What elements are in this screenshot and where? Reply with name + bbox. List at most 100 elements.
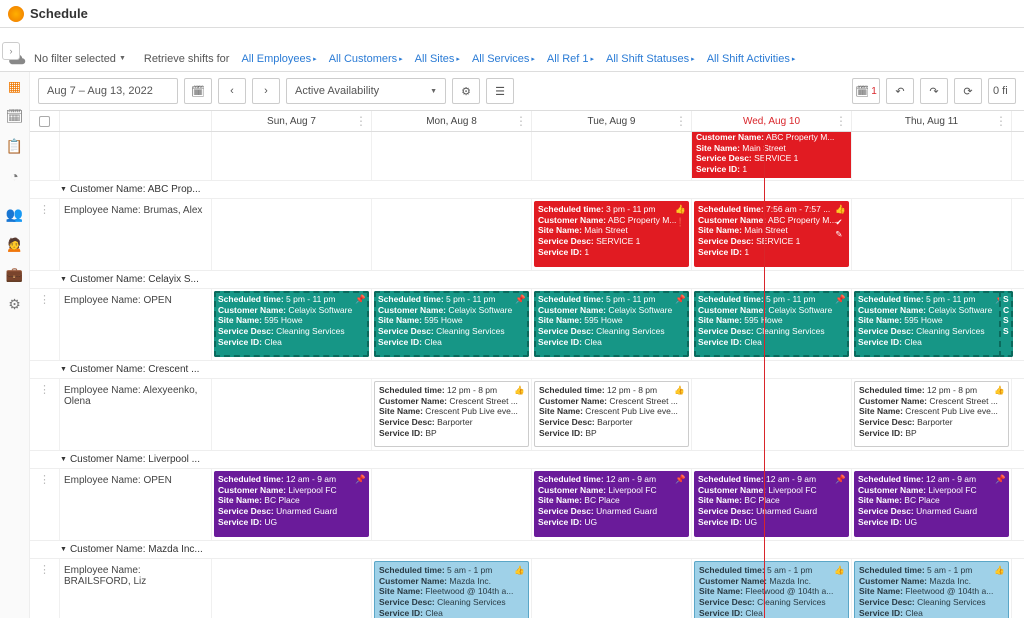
alerts-button[interactable]: 🗓1	[852, 78, 880, 104]
shift-card[interactable]: SchedCustoSite NServic	[999, 291, 1013, 357]
shift-card[interactable]: Scheduled time: 12 pm - 8 pmCustomer Nam…	[854, 381, 1009, 447]
person-icon[interactable]: 🙍	[7, 236, 23, 252]
customer-group-header[interactable]: ▼Customer Name: Crescent ...	[30, 361, 1024, 379]
day-cell[interactable]: Scheduled time: 5 am - 1 pmCustomer Name…	[852, 559, 1012, 618]
page-title: Schedule	[30, 6, 88, 21]
undo-button[interactable]: ↶	[886, 78, 914, 104]
chart-icon[interactable]: ◔	[7, 168, 23, 184]
row-menu[interactable]: ⋮	[30, 469, 60, 540]
row-menu[interactable]: ⋮	[30, 199, 60, 270]
day-cell[interactable]: Scheduled time: 5 pm - 11 pmCustomer Nam…	[532, 289, 692, 360]
shift-card[interactable]: Scheduled time: 5 pm - 11 pmCustomer Nam…	[374, 291, 529, 357]
filter-activities[interactable]: All Shift Activities▸	[707, 53, 796, 65]
shift-card[interactable]: Scheduled time: 5 am - 1 pmCustomer Name…	[694, 561, 849, 618]
people-icon[interactable]: 👥	[7, 206, 23, 222]
day-cell[interactable]: Scheduled time: 12 am - 9 amCustomer Nam…	[852, 469, 1012, 540]
thumb-icon: 👍	[514, 385, 525, 396]
calendar-icon[interactable]: 🗓	[7, 108, 23, 124]
calendar-button[interactable]: 🗓	[184, 78, 212, 104]
gear-icon[interactable]: ⚙	[7, 296, 23, 312]
day-cell[interactable]: Scheduled time: 5 pm - 11 pmCustomer Nam…	[852, 289, 1012, 360]
overflow-cell: 0 fi	[988, 78, 1016, 104]
day-cell[interactable]	[692, 379, 852, 450]
filter-services[interactable]: All Services▸	[472, 53, 535, 65]
col-wed: Wed, Aug 10⋮	[692, 111, 852, 131]
employee-name: Employee Name: BRAILSFORD, Liz	[60, 559, 212, 618]
day-cell[interactable]: Scheduled time: 5 am - 1 pmCustomer Name…	[372, 559, 532, 618]
employee-name: Employee Name: OPEN	[60, 469, 212, 540]
day-cell[interactable]: Scheduled time: 12 am - 9 amCustomer Nam…	[532, 469, 692, 540]
next-week-button[interactable]: ›	[252, 78, 280, 104]
shift-card[interactable]: Scheduled time: 12 am - 9 amCustomer Nam…	[854, 471, 1009, 537]
shift-card[interactable]: Customer Name: ABC Property M...Site Nam…	[692, 132, 851, 178]
day-cell[interactable]: Scheduled time: 5 pm - 11 pmCustomer Nam…	[692, 289, 852, 360]
day-cell[interactable]: Scheduled time: 3 pm - 11 pmCustomer Nam…	[532, 199, 692, 270]
customer-group-header[interactable]: ▼Customer Name: Celayix S...	[30, 271, 1024, 289]
employee-name: Employee Name: OPEN	[60, 289, 212, 360]
current-time-line	[764, 132, 765, 618]
shift-card[interactable]: Scheduled time: 5 am - 1 pmCustomer Name…	[374, 561, 529, 618]
clipboard-icon[interactable]: 📋	[7, 138, 23, 154]
shift-card[interactable]: Scheduled time: 5 pm - 11 pmCustomer Nam…	[694, 291, 849, 357]
pin-icon: 📌	[675, 474, 686, 485]
day-cell[interactable]: Scheduled time: 5 pm - 11 pmCustomer Nam…	[372, 289, 532, 360]
briefcase-icon[interactable]: 💼	[7, 266, 23, 282]
shift-card[interactable]: Scheduled time: 12 am - 9 amCustomer Nam…	[694, 471, 849, 537]
select-all-checkbox[interactable]	[39, 116, 50, 127]
day-cell[interactable]: Scheduled time: 12 am - 9 amCustomer Nam…	[212, 469, 372, 540]
shift-card[interactable]: Scheduled time: 3 pm - 11 pmCustomer Nam…	[534, 201, 689, 267]
row-menu[interactable]: ⋮	[30, 289, 60, 360]
thumb-icon: 👍	[514, 565, 525, 576]
redo-button[interactable]: ↷	[920, 78, 948, 104]
day-cell[interactable]: Scheduled time: 5 am - 1 pmCustomer Name…	[692, 559, 852, 618]
day-cell[interactable]: Scheduled time: 12 pm - 8 pmCustomer Nam…	[532, 379, 692, 450]
filter-statuses[interactable]: All Shift Statuses▸	[606, 53, 695, 65]
filter-selector[interactable]: No filter selected▼	[34, 53, 126, 65]
day-cell[interactable]: Scheduled time: 12 pm - 8 pmCustomer Nam…	[372, 379, 532, 450]
pin-icon: 📌	[835, 294, 846, 305]
shift-card[interactable]: Scheduled time: 12 am - 9 amCustomer Nam…	[214, 471, 369, 537]
shift-card[interactable]: Scheduled time: 5 pm - 11 pmCustomer Nam…	[534, 291, 689, 357]
day-cell[interactable]: Scheduled time: 12 am - 9 amCustomer Nam…	[692, 469, 852, 540]
shift-card[interactable]: Scheduled time: 12 am - 9 amCustomer Nam…	[534, 471, 689, 537]
day-cell[interactable]	[212, 379, 372, 450]
day-cell[interactable]	[212, 559, 372, 618]
prev-week-button[interactable]: ‹	[218, 78, 246, 104]
shift-card[interactable]: Scheduled time: 5 pm - 11 pmCustomer Nam…	[854, 291, 1009, 357]
day-cell[interactable]	[852, 199, 1012, 270]
filter-employees[interactable]: All Employees▸	[241, 53, 316, 65]
shift-card[interactable]: Scheduled time: 5 am - 1 pmCustomer Name…	[854, 561, 1009, 618]
customer-group-header[interactable]: ▼Customer Name: ABC Prop...	[30, 181, 1024, 199]
day-cell[interactable]	[532, 559, 692, 618]
shift-card[interactable]: Scheduled time: 12 pm - 8 pmCustomer Nam…	[374, 381, 529, 447]
day-cell[interactable]	[372, 199, 532, 270]
row-menu[interactable]: ⋮	[30, 559, 60, 618]
availability-select[interactable]: Active Availability▼	[286, 78, 446, 104]
grid-view-icon[interactable]: ▦	[7, 78, 23, 94]
shift-card[interactable]: Scheduled time: 12 pm - 8 pmCustomer Nam…	[534, 381, 689, 447]
filter-customers[interactable]: All Customers▸	[329, 53, 403, 65]
day-cell[interactable]	[372, 469, 532, 540]
shift-card[interactable]: Scheduled time: 5 pm - 11 pmCustomer Nam…	[214, 291, 369, 357]
filter-sites[interactable]: All Sites▸	[415, 53, 460, 65]
expand-sidebar-button[interactable]: ›	[2, 42, 20, 60]
settings-button[interactable]: ⚙	[452, 78, 480, 104]
calendar-header: Sun, Aug 7⋮ Mon, Aug 8⋮ Tue, Aug 9⋮ Wed,…	[30, 110, 1024, 132]
check-icon: ✔	[835, 217, 846, 228]
refresh-button[interactable]: ⟳	[954, 78, 982, 104]
date-range-picker[interactable]: Aug 7 – Aug 13, 2022	[38, 78, 178, 104]
day-cell[interactable]	[212, 199, 372, 270]
employee-row: ⋮Employee Name: BRAILSFORD, Liz Scheduled…	[30, 559, 1024, 618]
app-logo	[8, 6, 24, 22]
customer-group-header[interactable]: ▼Customer Name: Liverpool ...	[30, 451, 1024, 469]
col-tue: Tue, Aug 9⋮	[532, 111, 692, 131]
day-cell[interactable]: Scheduled time: 5 pm - 11 pmCustomer Nam…	[212, 289, 372, 360]
employee-name: Employee Name: Alexyeenko, Olena	[60, 379, 212, 450]
day-cell[interactable]: Scheduled time: 7:56 am - 7:57 ...Custom…	[692, 199, 852, 270]
shift-card[interactable]: Scheduled time: 7:56 am - 7:57 ...Custom…	[694, 201, 849, 267]
filter-ref1[interactable]: All Ref 1▸	[547, 53, 594, 65]
sliders-button[interactable]: ☰	[486, 78, 514, 104]
day-cell[interactable]: Scheduled time: 12 pm - 8 pmCustomer Nam…	[852, 379, 1012, 450]
row-menu[interactable]: ⋮	[30, 379, 60, 450]
customer-group-header[interactable]: ▼Customer Name: Mazda Inc...	[30, 541, 1024, 559]
